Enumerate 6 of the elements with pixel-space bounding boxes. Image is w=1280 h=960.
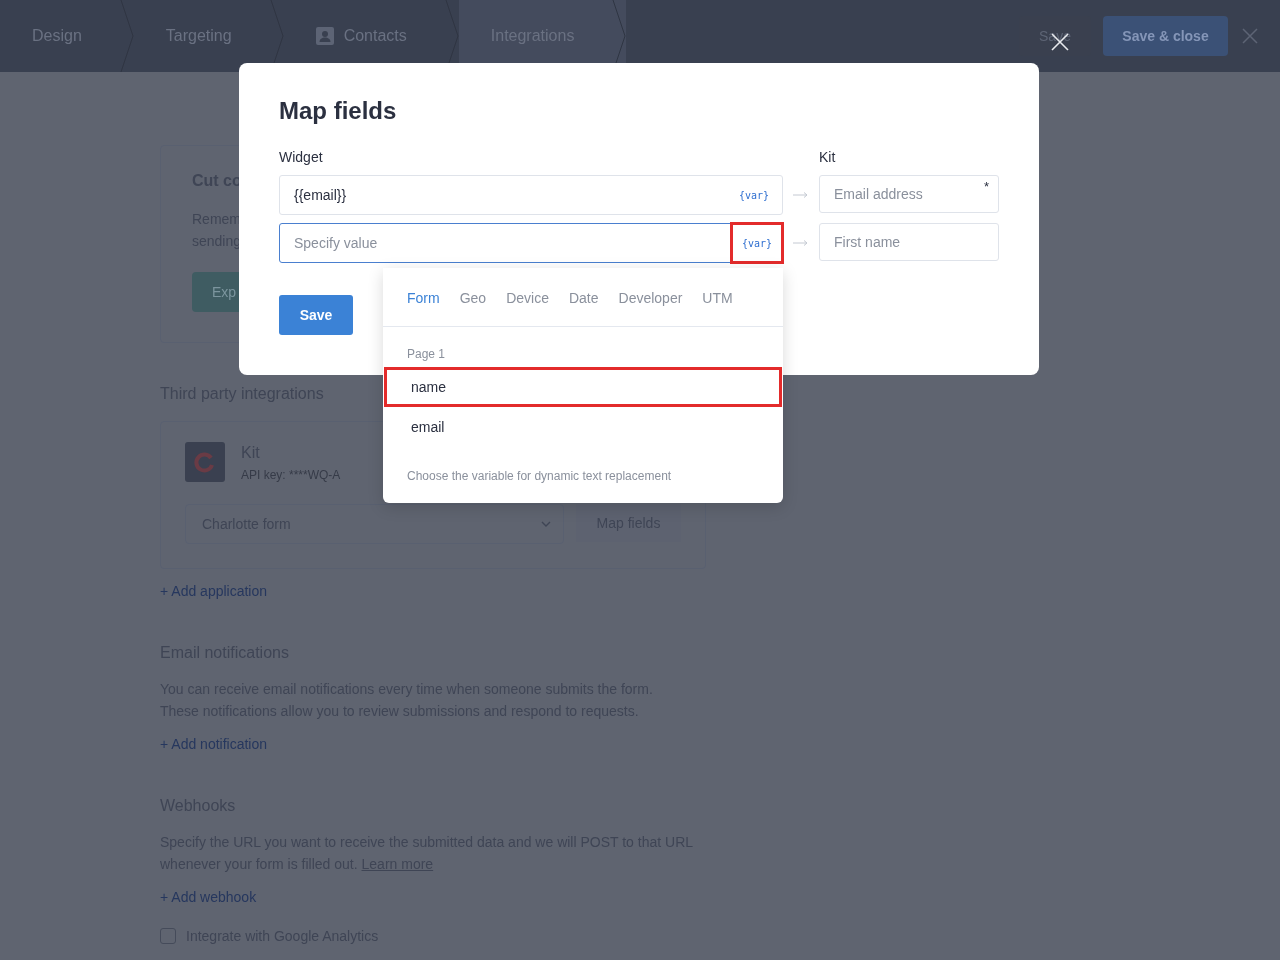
column-label: Kit [819,149,837,165]
column-label: Widget [279,149,324,165]
menu-hint: Choose the variable for dynamic text replacement [406,468,673,485]
dialog-title: Map fields [279,97,398,125]
required-mark: * [983,179,989,194]
group-label: Page 1 [406,346,447,363]
